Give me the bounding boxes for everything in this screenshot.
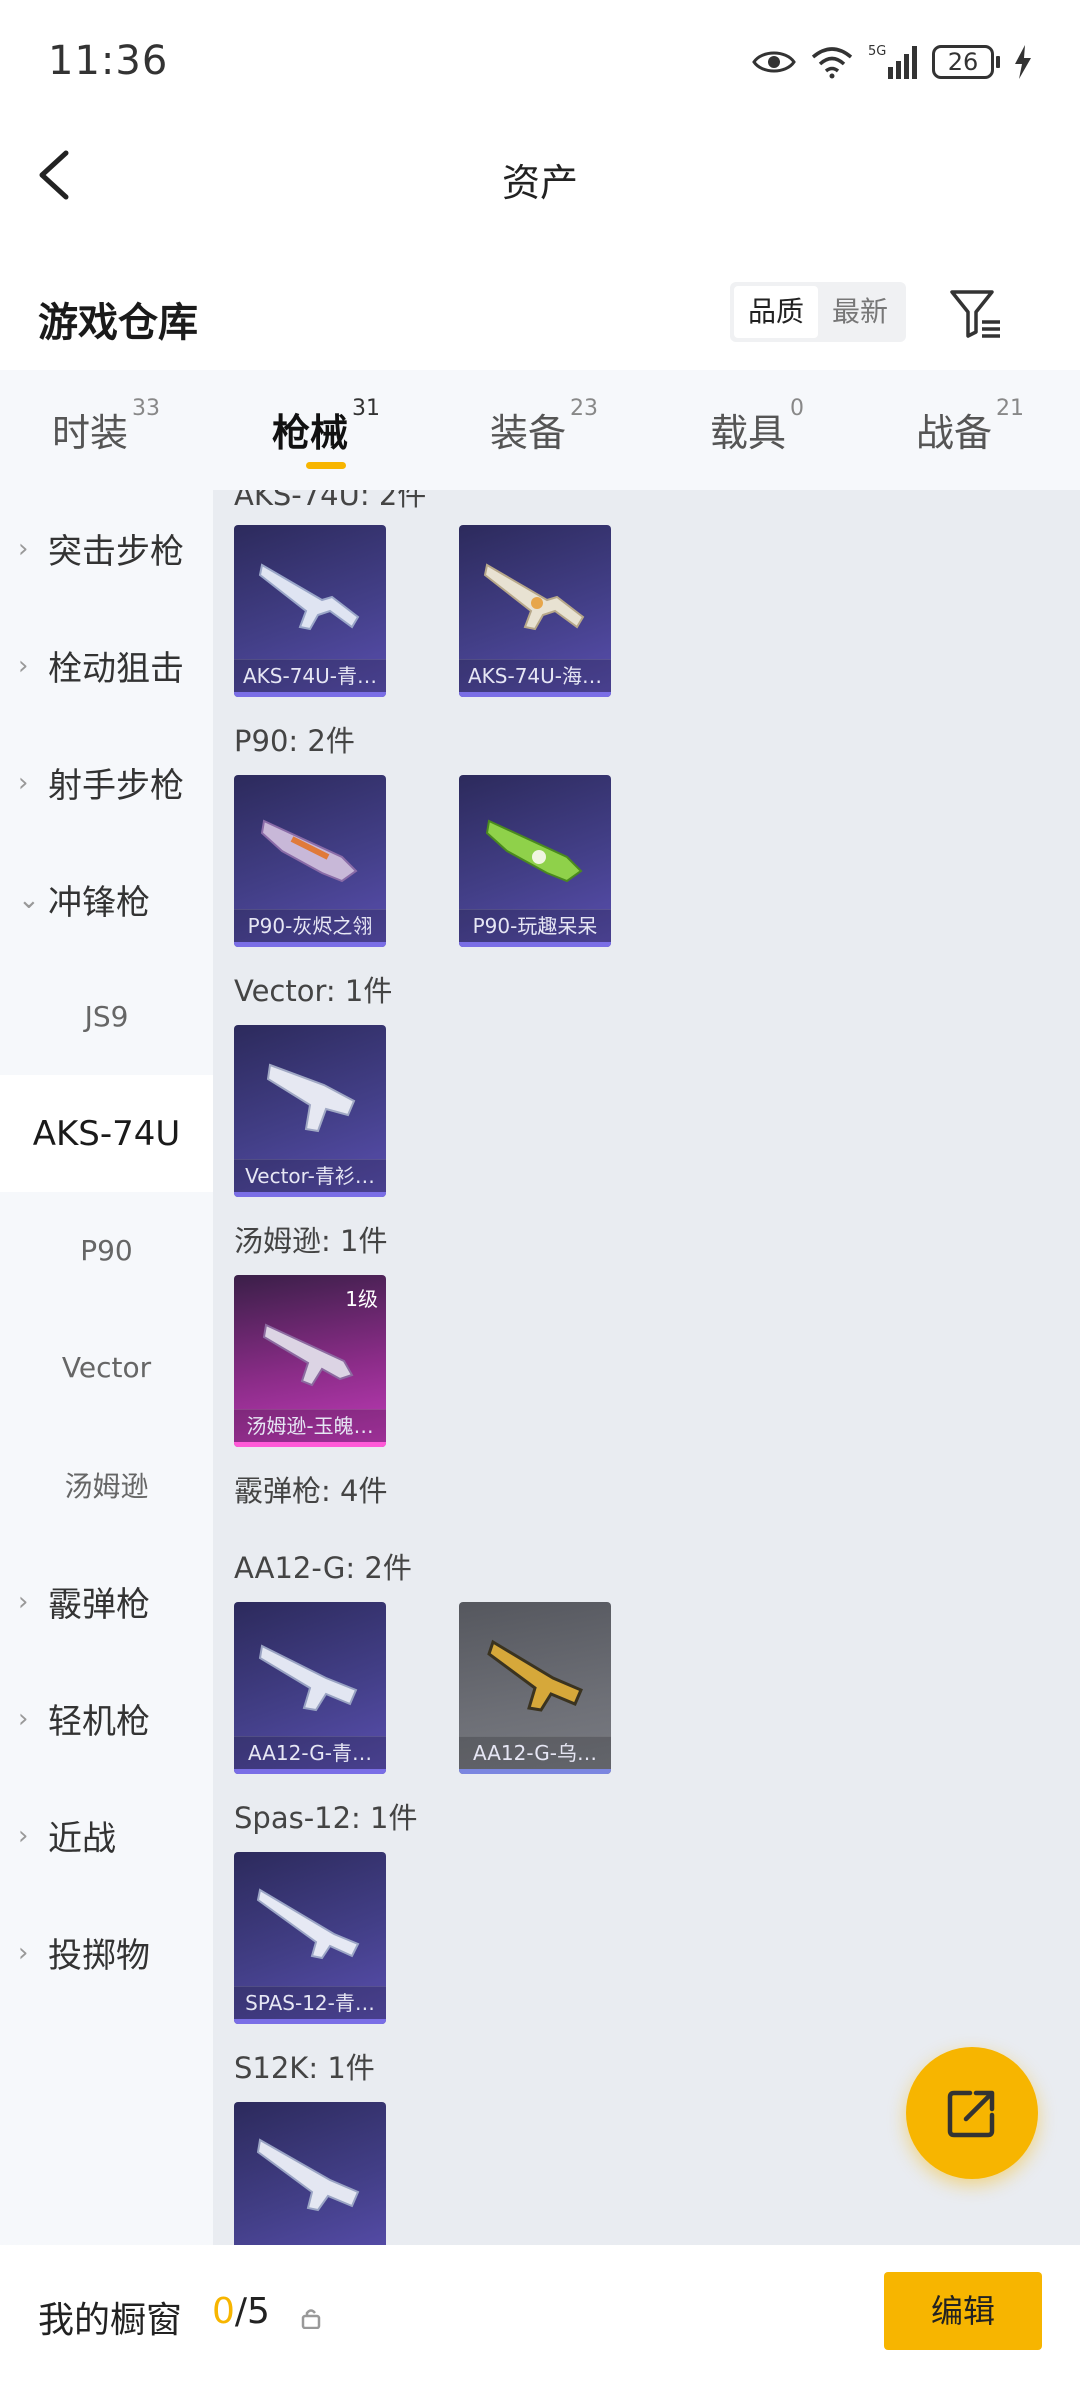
rifle-icon bbox=[483, 563, 585, 631]
sidebar-item-p90[interactable]: P90 bbox=[0, 1192, 213, 1309]
chevron-right-icon: › bbox=[18, 1586, 29, 1617]
tab-fashion[interactable]: 时装33 bbox=[52, 396, 160, 457]
charging-icon bbox=[1015, 45, 1031, 79]
sidebar-item-bolt-sniper[interactable]: › 栓动狙击 bbox=[0, 607, 213, 724]
smg-icon bbox=[266, 1063, 356, 1133]
sidebar-item-aks74u[interactable]: AKS-74U bbox=[0, 1075, 213, 1192]
weapon-card[interactable]: AKS-74U-青… bbox=[234, 525, 386, 697]
warehouse-row: 游戏仓库 品质 最新 bbox=[0, 250, 1080, 370]
battery-level: 26 bbox=[932, 45, 994, 79]
weapon-card[interactable]: 1级 汤姆逊-玉魄… bbox=[234, 1275, 386, 1447]
rifle-icon bbox=[258, 563, 360, 631]
sidebar-item-smg[interactable]: ⌄ 冲锋枪 bbox=[0, 841, 213, 958]
weapon-card-name: 汤姆逊-玉魄… bbox=[246, 1414, 374, 1438]
edit-button[interactable]: 编辑 bbox=[884, 2272, 1042, 2350]
showcase-count: 0/5 bbox=[212, 2291, 270, 2332]
weapon-card-name: SPAS-12-青… bbox=[245, 1991, 375, 2015]
chevron-right-icon: › bbox=[18, 767, 29, 798]
shotgun-icon bbox=[258, 1644, 358, 1712]
sidebar-item-assault-rifle[interactable]: › 突击步枪 bbox=[0, 490, 213, 607]
chevron-down-icon: ⌄ bbox=[18, 884, 40, 915]
category-tabs: 时装33 枪械31 装备23 载具0 战备21 bbox=[0, 370, 1080, 490]
share-button[interactable] bbox=[906, 2047, 1038, 2179]
warehouse-title: 游戏仓库 bbox=[38, 300, 198, 346]
tab-vehicles[interactable]: 载具0 bbox=[710, 396, 804, 457]
group-label-aa12: AA12-G: 2件 bbox=[234, 1551, 412, 1585]
smg-icon bbox=[262, 1323, 354, 1387]
chevron-right-icon: › bbox=[18, 650, 29, 681]
sidebar-item-lmg[interactable]: › 轻机枪 bbox=[0, 1660, 213, 1777]
shotgun-icon bbox=[256, 1888, 360, 1960]
group-label-vector: Vector: 1件 bbox=[234, 974, 393, 1008]
tab-supplies[interactable]: 战备21 bbox=[916, 396, 1024, 457]
showcase-bar: 我的橱窗 0/5 编辑 bbox=[0, 2245, 1080, 2381]
status-bar: 11:36 5G 26 bbox=[0, 0, 1080, 125]
weapon-card[interactable]: Vector-青衫… bbox=[234, 1025, 386, 1197]
weapon-card[interactable]: SPAS-12-青… bbox=[234, 1852, 386, 2024]
weapon-card-name: P90-灰烬之翎 bbox=[247, 914, 373, 938]
group-label-spas12: Spas-12: 1件 bbox=[234, 1801, 418, 1835]
weapon-list[interactable]: AKS-74U: 2件 AKS-74U-青… AKS-74U-海… P90: 2… bbox=[213, 490, 1080, 2245]
sort-quality[interactable]: 品质 bbox=[734, 286, 819, 338]
weapon-card-name: Vector-青衫… bbox=[245, 1164, 375, 1188]
weapon-card[interactable]: AA12-G-乌… bbox=[459, 1602, 611, 1774]
chevron-right-icon: › bbox=[18, 1937, 29, 1968]
chevron-right-icon: › bbox=[18, 533, 29, 564]
share-icon bbox=[947, 2090, 995, 2138]
smg-icon bbox=[260, 819, 358, 883]
filter-icon[interactable] bbox=[948, 286, 1004, 342]
weapon-card[interactable]: AA12-G-青… bbox=[234, 1602, 386, 1774]
svg-text:5G: 5G bbox=[868, 44, 886, 59]
battery-icon: 26 bbox=[932, 45, 1000, 79]
sidebar-item-thompson[interactable]: 汤姆逊 bbox=[0, 1426, 213, 1543]
header: 资产 bbox=[0, 125, 1080, 230]
weapon-card[interactable] bbox=[234, 2102, 386, 2245]
shotgun-icon bbox=[256, 2138, 360, 2212]
group-label-p90: P90: 2件 bbox=[234, 724, 355, 758]
weapon-card-name: P90-玩趣呆呆 bbox=[472, 914, 598, 938]
sidebar-item-throwables[interactable]: › 投掷物 bbox=[0, 1894, 213, 2011]
group-label-shotgun: 霰弹枪: 4件 bbox=[234, 1474, 388, 1508]
status-icons: 5G 26 bbox=[752, 40, 1032, 84]
weapon-card-name: AKS-74U-海… bbox=[467, 664, 602, 688]
status-time: 11:36 bbox=[48, 38, 169, 84]
weapon-category-sidebar: › 突击步枪 › 栓动狙击 › 射手步枪 ⌄ 冲锋枪 JS9 AKS-74U P90 V… bbox=[0, 490, 213, 2245]
showcase-label: 我的橱窗 bbox=[38, 2300, 183, 2341]
group-label-s12k: S12K: 1件 bbox=[234, 2051, 375, 2085]
group-label-aks74u: AKS-74U: 2件 bbox=[234, 490, 427, 512]
tab-firearms[interactable]: 枪械31 bbox=[272, 396, 380, 457]
active-tab-indicator bbox=[306, 462, 346, 469]
sort-newest[interactable]: 最新 bbox=[818, 286, 902, 338]
sidebar-item-melee[interactable]: › 近战 bbox=[0, 1777, 213, 1894]
weapon-card[interactable]: P90-灰烬之翎 bbox=[234, 775, 386, 947]
eye-icon bbox=[752, 51, 796, 73]
weapon-card[interactable]: AKS-74U-海… bbox=[459, 525, 611, 697]
smg-icon bbox=[485, 819, 583, 883]
page-title: 资产 bbox=[501, 161, 578, 205]
sort-toggle: 品质 最新 bbox=[730, 282, 907, 342]
weapon-card-name: AA12-G-青… bbox=[247, 1741, 373, 1765]
signal-icon: 5G bbox=[868, 44, 917, 79]
shotgun-icon bbox=[487, 1639, 583, 1712]
wifi-icon bbox=[811, 47, 853, 79]
lock-icon bbox=[301, 2309, 321, 2329]
weapon-card-name: AA12-G-乌… bbox=[472, 1741, 598, 1765]
weapon-card-name: AKS-74U-青… bbox=[242, 664, 377, 688]
group-label-thompson: 汤姆逊: 1件 bbox=[234, 1224, 388, 1258]
chevron-right-icon: › bbox=[18, 1820, 29, 1851]
sidebar-item-marksman-rifle[interactable]: › 射手步枪 bbox=[0, 724, 213, 841]
chevron-right-icon: › bbox=[18, 1703, 29, 1734]
tab-equipment[interactable]: 装备23 bbox=[490, 396, 598, 457]
sidebar-item-vector[interactable]: Vector bbox=[0, 1309, 213, 1426]
sidebar-item-js9[interactable]: JS9 bbox=[0, 958, 213, 1075]
weapon-card[interactable]: P90-玩趣呆呆 bbox=[459, 775, 611, 947]
sidebar-item-shotgun[interactable]: › 霰弹枪 bbox=[0, 1543, 213, 1660]
